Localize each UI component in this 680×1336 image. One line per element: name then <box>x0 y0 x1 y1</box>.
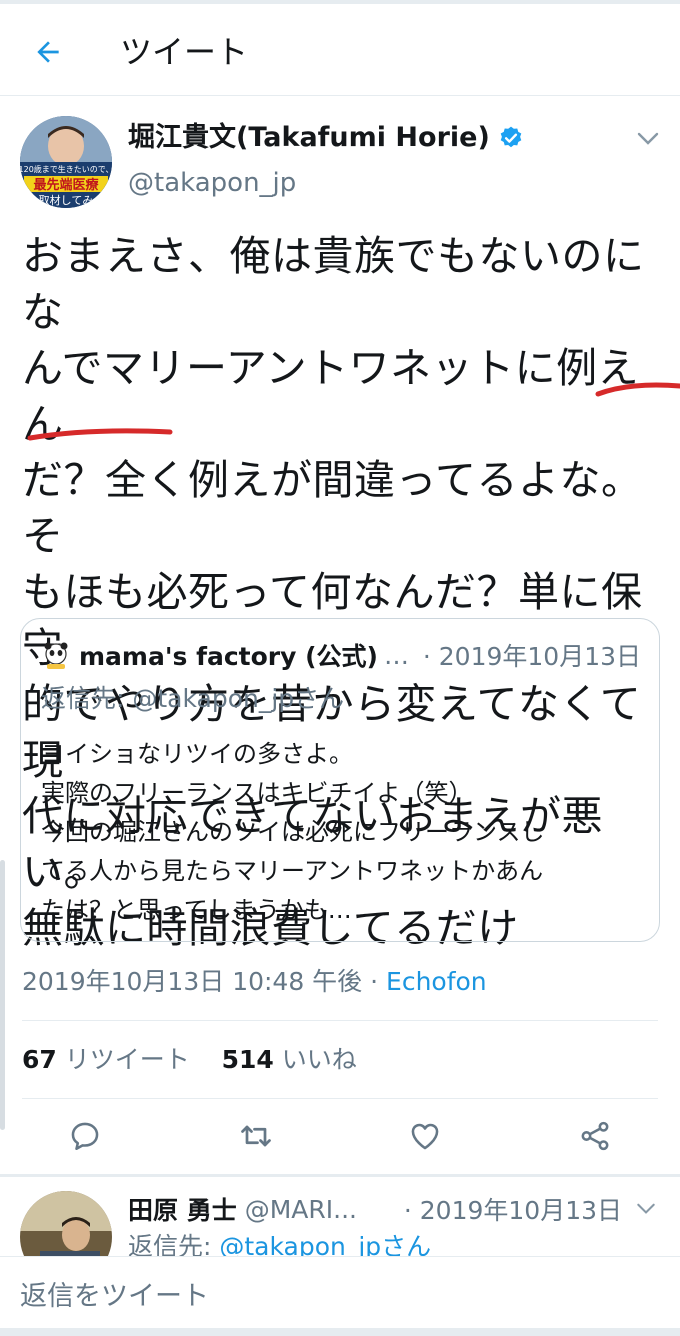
chevron-down-icon <box>637 1203 655 1214</box>
likes-stat[interactable]: 514 いいね <box>222 1045 357 1074</box>
avatar-banner-top: 120歳まで生きたいので、 <box>20 164 112 174</box>
chevron-down-icon <box>637 132 659 145</box>
reply-icon <box>71 1122 99 1151</box>
reply-header: 田原 勇士 @MARI... · 2019年10月13日 <box>128 1191 658 1227</box>
composer-bottom-bar <box>0 1328 680 1336</box>
tweet-author: 120歳まで生きたいので、 最先端医療 取材してみ 堀江貴文(Takafumi … <box>0 96 680 216</box>
divider <box>22 1098 658 1099</box>
share-button[interactable] <box>571 1112 619 1160</box>
author-name[interactable]: 堀江貴文(Takafumi Horie) <box>128 120 524 156</box>
reply-button[interactable] <box>61 1112 109 1160</box>
tweet-source-link[interactable]: Echofon <box>386 967 487 996</box>
tweet-timestamp[interactable]: 2019年10月13日 10:48 午後 <box>22 967 362 996</box>
reply-to-link[interactable]: @takapon_jpさん <box>219 1232 431 1257</box>
reply-to-prefix: 返信先: <box>128 1232 220 1257</box>
page-title: ツイート <box>120 33 249 71</box>
quoted-tweet-card[interactable]: mama's factory (公式) … · 2019年10月13日 返信先:… <box>20 618 660 942</box>
heart-icon <box>411 1123 439 1150</box>
avatar[interactable]: 120歳まで生きたいので、 最先端医療 取材してみ <box>20 116 112 208</box>
reply-author-name: 田原 勇士 <box>128 1196 237 1225</box>
quoted-tweet-header: mama's factory (公式) … · 2019年10月13日 <box>41 637 641 673</box>
arrow-left-icon <box>37 41 59 63</box>
divider <box>22 1020 658 1021</box>
panda-avatar-icon <box>44 642 68 669</box>
author-name-text: 堀江貴文(Takafumi Horie) <box>128 122 490 153</box>
quoted-reply-to: 返信先: @takapon_jpさん <box>41 684 345 713</box>
reply-tweet[interactable]: 田原 勇士 @MARI... · 2019年10月13日 返信先: @takap… <box>0 1177 680 1257</box>
tweet-action-bar <box>0 1112 680 1160</box>
edge-scroll-indicator <box>0 860 5 1130</box>
retweet-icon <box>241 1125 271 1147</box>
avatar-banner-bot: 取材してみ <box>39 193 94 207</box>
reply-composer: 返信をツイート <box>0 1256 680 1336</box>
tweet-stats: 67 リツイート 514 いいね <box>22 1040 357 1080</box>
app-header: ツイート <box>0 4 680 96</box>
back-button[interactable] <box>26 30 70 74</box>
quoted-author-ellipsis: … <box>383 640 409 670</box>
like-button[interactable] <box>401 1112 449 1160</box>
author-handle[interactable]: @takapon_jp <box>128 166 296 200</box>
like-count: 514 <box>221 1045 274 1074</box>
quoted-timestamp: · 2019年10月13日 <box>422 642 641 671</box>
retweet-label: リツイート <box>64 1045 190 1074</box>
like-label: いいね <box>281 1045 357 1074</box>
reply-input[interactable]: 返信をツイート <box>20 1277 209 1317</box>
retweet-count: 67 <box>22 1045 57 1074</box>
more-options-button[interactable] <box>630 124 666 154</box>
reply-to-line: 返信先: @takapon_jpさん <box>128 1229 431 1257</box>
quoted-tweet-text: ヨイショなリツイの多さよ。 実際のフリーランスはキビチイよ（笑） 今回の堀江さん… <box>41 740 545 924</box>
reply-more-button[interactable] <box>634 1197 658 1221</box>
share-icon <box>581 1121 609 1151</box>
verified-badge-icon <box>500 126 522 148</box>
reply-timestamp: · 2019年10月13日 <box>403 1196 622 1225</box>
tweet-meta: 2019年10月13日 10:48 午後 · Echofon <box>22 962 487 1002</box>
quoted-author-name: mama's factory (公式) <box>79 642 378 671</box>
retweet-button[interactable] <box>232 1112 280 1160</box>
reply-author-handle: @MARI... <box>244 1194 357 1224</box>
avatar[interactable] <box>20 1191 112 1257</box>
retweets-stat[interactable]: 67 リツイート <box>22 1045 190 1074</box>
meta-separator: · <box>362 967 387 996</box>
avatar-banner-mid: 最先端医療 <box>33 177 99 193</box>
